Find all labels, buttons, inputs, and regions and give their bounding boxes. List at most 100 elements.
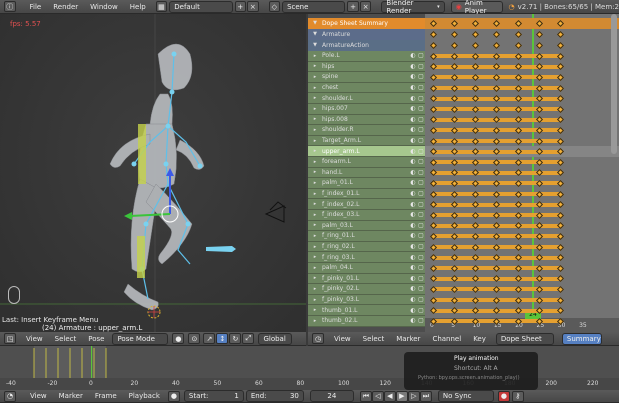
mute-toggle-icon[interactable]: ◐ xyxy=(409,254,417,261)
keyframe-diamond[interactable] xyxy=(557,275,565,283)
keyframe-diamond[interactable] xyxy=(514,275,522,283)
bone-channel[interactable]: ▸ forearm.L ◐ ▢ xyxy=(308,157,425,168)
bone-channel[interactable]: ▸ f_ring_01.L ◐ ▢ xyxy=(308,231,425,242)
mute-toggle-icon[interactable]: ◐ xyxy=(409,285,417,292)
lock-toggle-icon[interactable]: ▢ xyxy=(417,116,425,123)
menu-window[interactable]: Window xyxy=(84,3,124,11)
scrollbar[interactable] xyxy=(611,14,617,154)
keyframe-diamond[interactable] xyxy=(450,30,458,38)
keyframe-diamond[interactable] xyxy=(557,19,565,27)
keyframe-diamond[interactable] xyxy=(472,30,480,38)
lock-toggle-icon[interactable]: ▢ xyxy=(417,126,425,133)
menu-marker[interactable]: Marker xyxy=(53,392,89,400)
lock-toggle-icon[interactable]: ▢ xyxy=(417,211,425,218)
keyframe-diamond[interactable] xyxy=(557,158,565,166)
bone-channel[interactable]: ▸ hips ◐ ▢ xyxy=(308,61,425,73)
current-frame-field[interactable]: 24 xyxy=(309,390,354,402)
anim-player-button[interactable]: ◉ Anim Player xyxy=(450,0,503,15)
bone-channel[interactable]: ▸ f_pinky_03.L ◐ ▢ xyxy=(308,294,425,306)
menu-select[interactable]: Select xyxy=(49,335,83,343)
expand-triangle-icon[interactable]: ▸ xyxy=(308,286,322,292)
lock-toggle-icon[interactable]: ▢ xyxy=(417,243,425,250)
expand-triangle-icon[interactable]: ▼ xyxy=(308,42,322,48)
keyframe-diamond[interactable] xyxy=(557,190,565,198)
keyframe-diamond[interactable] xyxy=(450,169,458,177)
keyframe-diamond[interactable] xyxy=(514,254,522,262)
scene-icon[interactable]: ◇ xyxy=(268,1,281,12)
mute-toggle-icon[interactable]: ◐ xyxy=(409,148,417,155)
start-frame-field[interactable]: Start: 1 xyxy=(183,390,244,402)
bone-channel[interactable]: ▸ spine ◐ ▢ xyxy=(308,72,425,83)
lock-toggle-icon[interactable]: ▢ xyxy=(417,232,425,239)
menu-file[interactable]: File xyxy=(24,3,48,11)
bone-channel[interactable]: ▸ shoulder.R ◐ ▢ xyxy=(308,125,425,136)
expand-triangle-icon[interactable]: ▸ xyxy=(308,297,322,303)
keyframe-diamond[interactable] xyxy=(557,169,565,177)
expand-triangle-icon[interactable]: ▸ xyxy=(308,265,322,271)
menu-render[interactable]: Render xyxy=(47,3,84,11)
orientation-select[interactable]: Global xyxy=(258,332,293,345)
lock-toggle-icon[interactable]: ▢ xyxy=(417,73,425,80)
mute-toggle-icon[interactable]: ◐ xyxy=(409,222,417,229)
render-engine-select[interactable]: Blender Render ▾ xyxy=(381,0,445,15)
keyframe-diamond[interactable] xyxy=(557,211,565,219)
timeline-editor[interactable]: -40-2002040506080100120140160180200220 P… xyxy=(0,346,619,390)
keyframe-area[interactable]: 0 5 10 15 20 25 30 35 24 xyxy=(425,14,619,332)
lock-toggle-icon[interactable]: ▢ xyxy=(417,158,425,165)
mute-toggle-icon[interactable]: ◐ xyxy=(409,63,417,70)
lock-toggle-icon[interactable]: ▢ xyxy=(417,63,425,70)
lock-toggle-icon[interactable]: ▢ xyxy=(417,148,425,155)
lock-toggle-icon[interactable]: ▢ xyxy=(417,169,425,176)
expand-triangle-icon[interactable]: ▸ xyxy=(308,180,322,186)
lock-toggle-icon[interactable]: ▢ xyxy=(417,296,425,303)
lock-toggle-icon[interactable]: ▢ xyxy=(417,222,425,229)
add-screen-icon[interactable]: + xyxy=(234,1,247,12)
keyframe-diamond[interactable] xyxy=(514,116,522,124)
keyframe-diamond[interactable] xyxy=(429,222,437,230)
keyframe-diamond[interactable] xyxy=(450,222,458,230)
expand-triangle-icon[interactable]: ▸ xyxy=(308,148,322,154)
expand-triangle-icon[interactable]: ▸ xyxy=(308,318,322,324)
bone-channel[interactable]: ▸ f_ring_03.L ◐ ▢ xyxy=(308,252,425,263)
lock-toggle-icon[interactable]: ▢ xyxy=(417,84,425,91)
mute-toggle-icon[interactable]: ◐ xyxy=(409,73,417,80)
keyframe-diamond[interactable] xyxy=(557,30,565,38)
bone-channel[interactable]: ▸ thumb_01.L ◐ ▢ xyxy=(308,305,425,316)
sync-select[interactable]: No Sync xyxy=(437,390,494,402)
bone-channel[interactable]: ▸ palm_01.L ◐ ▢ xyxy=(308,178,425,189)
keyframe-diamond[interactable] xyxy=(557,296,565,304)
lock-toggle-icon[interactable]: ▢ xyxy=(417,307,425,314)
keyframe-diamond[interactable] xyxy=(557,52,565,60)
keyframe-diamond[interactable] xyxy=(493,41,501,49)
mute-toggle-icon[interactable]: ◐ xyxy=(409,232,417,239)
expand-triangle-icon[interactable]: ▸ xyxy=(308,233,322,239)
keyframe-diamond[interactable] xyxy=(429,30,437,38)
expand-triangle-icon[interactable]: ▸ xyxy=(308,201,322,207)
mute-toggle-icon[interactable]: ◐ xyxy=(409,201,417,208)
keyframe-diamond[interactable] xyxy=(557,137,565,145)
keyframe-diamond[interactable] xyxy=(429,116,437,124)
keyframe-diamond[interactable] xyxy=(429,169,437,177)
keyframe-diamond[interactable] xyxy=(429,73,437,82)
keyframe-diamond[interactable] xyxy=(557,73,565,82)
keyframe-diamond[interactable] xyxy=(429,95,437,103)
bone-channel[interactable]: ▸ hips.007 ◐ ▢ xyxy=(308,104,425,115)
bone-channel[interactable]: ▸ f_pinky_01.L ◐ ▢ xyxy=(308,273,425,285)
expand-triangle-icon[interactable]: ▸ xyxy=(308,222,322,228)
expand-triangle-icon[interactable]: ▸ xyxy=(308,275,322,281)
keyframe-diamond[interactable] xyxy=(429,126,437,135)
summary-channel[interactable]: ▼ Dope Sheet Summary xyxy=(308,18,425,29)
lock-toggle-icon[interactable]: ▢ xyxy=(417,317,425,324)
keyframe-diamond[interactable] xyxy=(557,201,565,209)
keyframe-diamond[interactable] xyxy=(514,307,522,315)
menu-view[interactable]: View xyxy=(20,335,49,343)
keyframe-diamond[interactable] xyxy=(429,307,437,315)
mode-select[interactable]: Pose Mode xyxy=(112,332,169,345)
keyframe-diamond[interactable] xyxy=(557,243,565,251)
keyframe-diamond[interactable] xyxy=(450,41,458,49)
expand-triangle-icon[interactable]: ▸ xyxy=(308,74,322,80)
keyframe-diamond[interactable] xyxy=(557,105,565,113)
keyframe-diamond[interactable] xyxy=(557,95,565,103)
expand-triangle-icon[interactable]: ▸ xyxy=(308,138,322,144)
expand-triangle-icon[interactable]: ▸ xyxy=(308,53,322,59)
